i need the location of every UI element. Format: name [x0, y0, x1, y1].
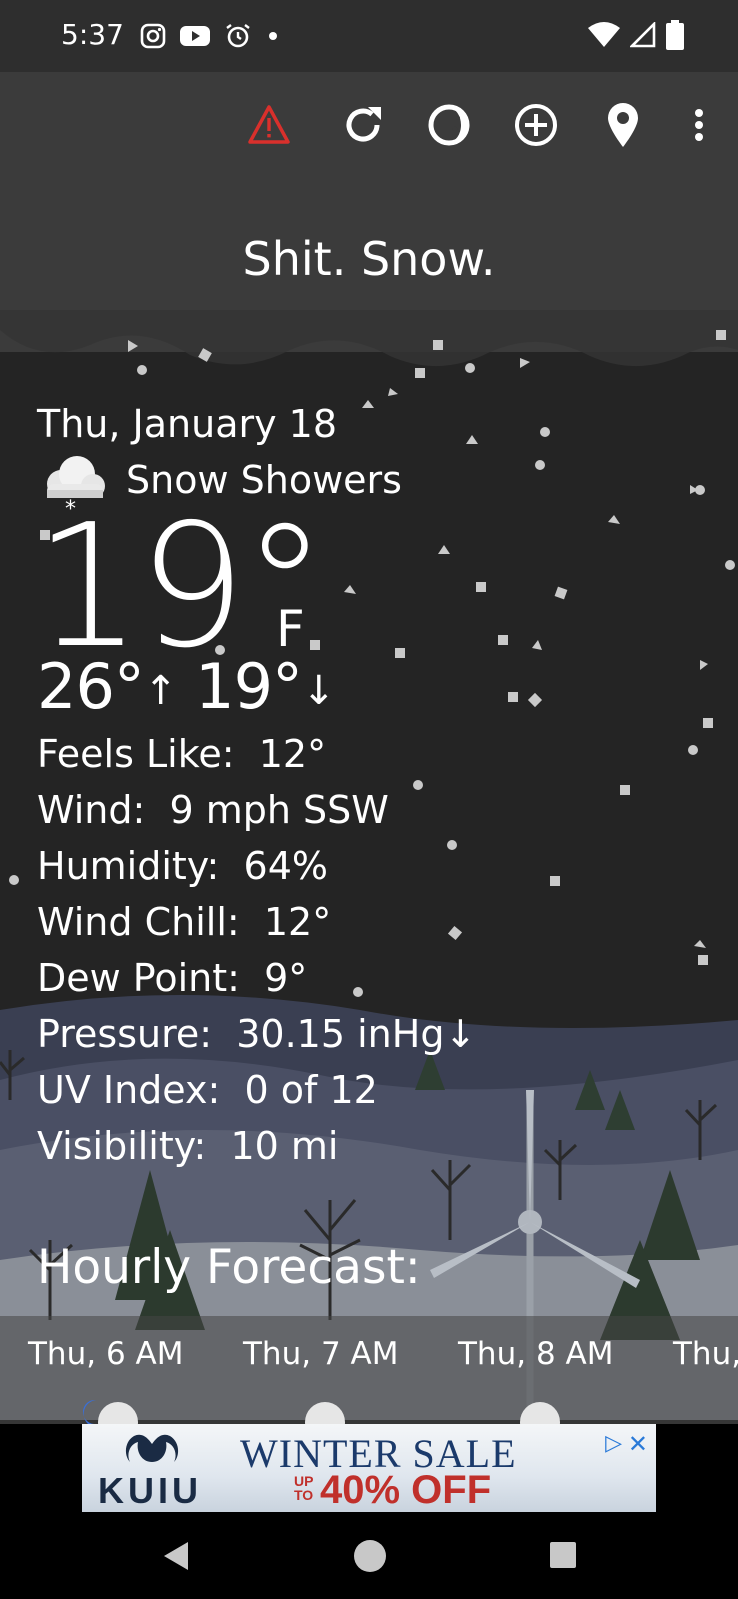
theme-button[interactable]	[424, 100, 474, 150]
ad-close-icon[interactable]: ✕	[628, 1430, 648, 1459]
detail-pressure: Pressure: 30.15 inHg↓	[37, 1012, 477, 1056]
ad-offer: 40% OFF	[320, 1468, 492, 1512]
status-system-icons	[588, 20, 684, 50]
theme-icon	[428, 104, 470, 146]
hourly-item[interactable]: Thu,	[673, 1336, 738, 1372]
headline: Shit. Snow.	[242, 232, 496, 286]
location-pin-button[interactable]	[598, 100, 648, 150]
alert-button[interactable]	[244, 100, 294, 150]
alert-icon	[248, 105, 290, 144]
toolbar	[0, 72, 738, 182]
navigation-bar	[0, 1512, 738, 1599]
battery-icon	[666, 20, 684, 50]
add-location-icon	[515, 104, 557, 146]
location-pin-icon	[608, 103, 638, 147]
overflow-menu-button[interactable]	[674, 100, 724, 150]
instagram-icon	[140, 23, 166, 49]
ad-banner[interactable]: KUIU WINTER SALE UP TO 40% OFF ▷ ✕	[82, 1424, 656, 1512]
add-location-button[interactable]	[511, 100, 561, 150]
low-temp: 19°	[195, 650, 303, 723]
detail-wind: Wind: 9 mph SSW	[37, 788, 389, 832]
signal-icon	[630, 22, 656, 48]
status-bar: 5:37	[0, 0, 738, 72]
refresh-button[interactable]	[338, 100, 388, 150]
detail-dew-point: Dew Point: 9°	[37, 956, 308, 1000]
arrow-down-icon: ↓	[302, 667, 336, 714]
detail-wind-chill: Wind Chill: 12°	[37, 900, 332, 944]
ad-choices-icon[interactable]: ▷	[605, 1430, 622, 1456]
snow-cloud-icon	[520, 1402, 560, 1424]
ad-brand: KUIU	[98, 1470, 202, 1511]
recents-icon[interactable]	[548, 1540, 578, 1570]
detail-uv-index: UV Index: 0 of 12	[37, 1068, 378, 1112]
hourly-item[interactable]: Thu, 6 AM	[28, 1336, 183, 1372]
arrow-up-icon: ↑	[143, 667, 178, 714]
high-temp: 26°	[37, 650, 145, 723]
detail-feels-like: Feels Like: 12°	[37, 732, 327, 776]
hourly-item[interactable]: Thu, 7 AM	[243, 1336, 398, 1372]
current-date: Thu, January 18	[37, 402, 338, 446]
home-icon[interactable]	[352, 1538, 388, 1574]
ad-up-to: UP TO	[294, 1473, 314, 1503]
overflow-menu-icon	[695, 109, 703, 141]
snow-cloud-icon	[305, 1402, 345, 1424]
high-low-temps: 26°↑ 19°↓	[37, 650, 336, 723]
detail-visibility: Visibility: 10 mi	[37, 1124, 339, 1168]
detail-humidity: Humidity: 64%	[37, 844, 328, 888]
hourly-forecast-title: Hourly Forecast:	[37, 1240, 421, 1295]
youtube-icon	[180, 26, 210, 46]
status-time: 5:37	[61, 18, 124, 51]
refresh-icon	[346, 107, 381, 142]
status-notification-icons	[140, 22, 280, 50]
back-icon[interactable]	[160, 1540, 192, 1572]
night-cloud-icon	[82, 1399, 138, 1424]
wifi-icon	[588, 22, 620, 47]
alarm-icon	[226, 24, 250, 48]
hourly-item[interactable]: Thu, 8 AM	[458, 1336, 613, 1372]
kuiu-logo-icon	[125, 1434, 179, 1462]
dot-icon	[269, 32, 277, 40]
